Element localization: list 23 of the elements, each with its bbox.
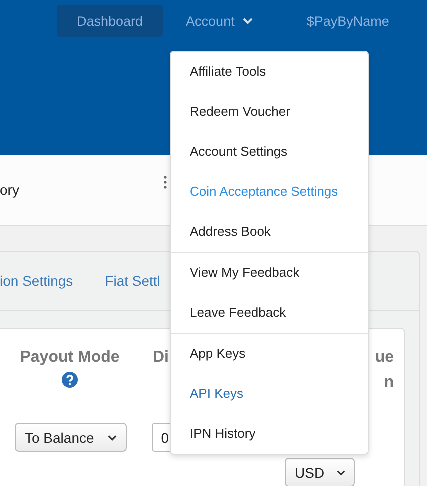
sub-nav-link[interactable]: ory — [0, 182, 20, 198]
menu-item[interactable]: View My Feedback — [171, 253, 368, 293]
more-options-icon[interactable] — [164, 176, 167, 189]
chevron-down-icon — [108, 434, 118, 440]
menu-item[interactable]: App Keys — [171, 334, 368, 374]
menu-item[interactable]: Address Book — [171, 212, 368, 252]
column-header: n — [384, 373, 394, 393]
currency-select[interactable]: USD — [285, 458, 355, 486]
nav-link[interactable]: Dashboard — [57, 5, 164, 37]
column-header: ue — [375, 348, 394, 368]
menu-item[interactable]: Leave Feedback — [171, 293, 368, 333]
column-header: Payout Mode — [20, 348, 120, 368]
help-icon[interactable] — [62, 372, 78, 388]
payout-mode-select[interactable]: To Balance — [15, 423, 128, 452]
column-header: Di — [153, 348, 169, 368]
menu-item[interactable]: Affiliate Tools — [171, 52, 368, 92]
menu-item[interactable]: IPN History — [171, 414, 368, 454]
menu-item[interactable]: API Keys — [171, 374, 368, 414]
menu-item[interactable]: Account Settings — [171, 132, 368, 172]
menu-item[interactable]: Redeem Voucher — [171, 92, 368, 132]
tab[interactable]: ion Settings — [0, 273, 74, 289]
chevron-down-icon — [336, 470, 345, 476]
tab[interactable]: Fiat Settl — [105, 273, 160, 289]
